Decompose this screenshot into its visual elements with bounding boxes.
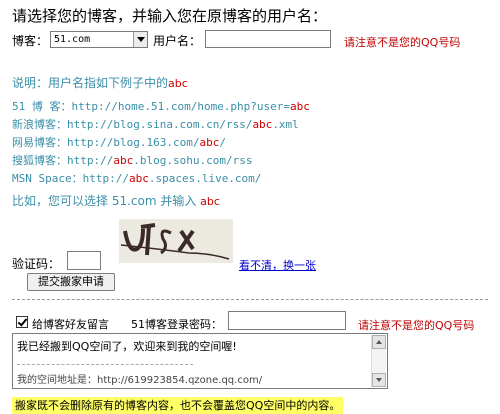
blog-select-value: 51.com (54, 34, 91, 45)
password-label: 51博客登录密码： (131, 318, 222, 331)
refresh-captcha-link[interactable]: 看不清，换一张 (239, 257, 316, 273)
notice-banner: 搬家既不会删除原有的博客内容，也不会覆盖您QQ空间中的内容。 (12, 397, 344, 414)
textarea-scrollbar[interactable] (371, 335, 386, 387)
message-line1: 我已经搬到QQ空间了，欢迎来到我的空间喔! (17, 340, 237, 353)
explain-header: 说明：用户名指如下例子中的abc (12, 76, 188, 90)
captcha-label: 验证码： (12, 257, 61, 271)
message-dash (17, 364, 193, 365)
scroll-up-icon[interactable] (372, 335, 386, 349)
captcha-input[interactable] (67, 251, 101, 270)
explain-keyword: abc (168, 77, 188, 90)
scroll-down-icon[interactable] (372, 373, 386, 387)
friends-message-checkbox[interactable] (16, 316, 28, 328)
message-textarea[interactable]: 我已经搬到QQ空间了，欢迎来到我的空间喔! 我的空间地址是：http://619… (12, 333, 388, 389)
username-warning: 请注意不是您的QQ号码 (344, 36, 461, 49)
blog-label: 博客： (12, 34, 49, 48)
page-title: 请选择您的博客，并输入您在原博客的用户名： (12, 7, 328, 25)
submit-button[interactable]: 提交搬家申请 (27, 273, 115, 291)
message-line2: 我的空间地址是：http://619923854.qzone.qq.com/ (17, 375, 263, 386)
chevron-down-icon[interactable] (133, 32, 147, 47)
example-sina: 新浪博客：http://blog.sina.com.cn/rss/abc.xml (12, 118, 299, 131)
captcha-image (119, 219, 233, 263)
example-sohu: 搜狐博客：http://abc.blog.sohu.com/rss (12, 154, 253, 167)
password-input[interactable] (228, 311, 346, 330)
username-input[interactable] (205, 30, 331, 48)
example-163: 网易博客：http://blog.163.com/abc/ (12, 136, 226, 149)
example-line: 比如，您可以选择 51.com 并输入 abc (12, 194, 220, 208)
username-label: 用户名： (153, 34, 202, 48)
example-51: 51 博 客：http://home.51.com/home.php?user=… (12, 100, 310, 113)
checkbox-label: 给博客好友留言 (32, 318, 109, 331)
blog-select[interactable]: 51.com (50, 31, 148, 48)
password-warning: 请注意不是您的QQ号码 (358, 319, 475, 332)
divider (12, 299, 488, 300)
example-msn: MSN Space：http://abc.spaces.live.com/ (12, 172, 262, 185)
